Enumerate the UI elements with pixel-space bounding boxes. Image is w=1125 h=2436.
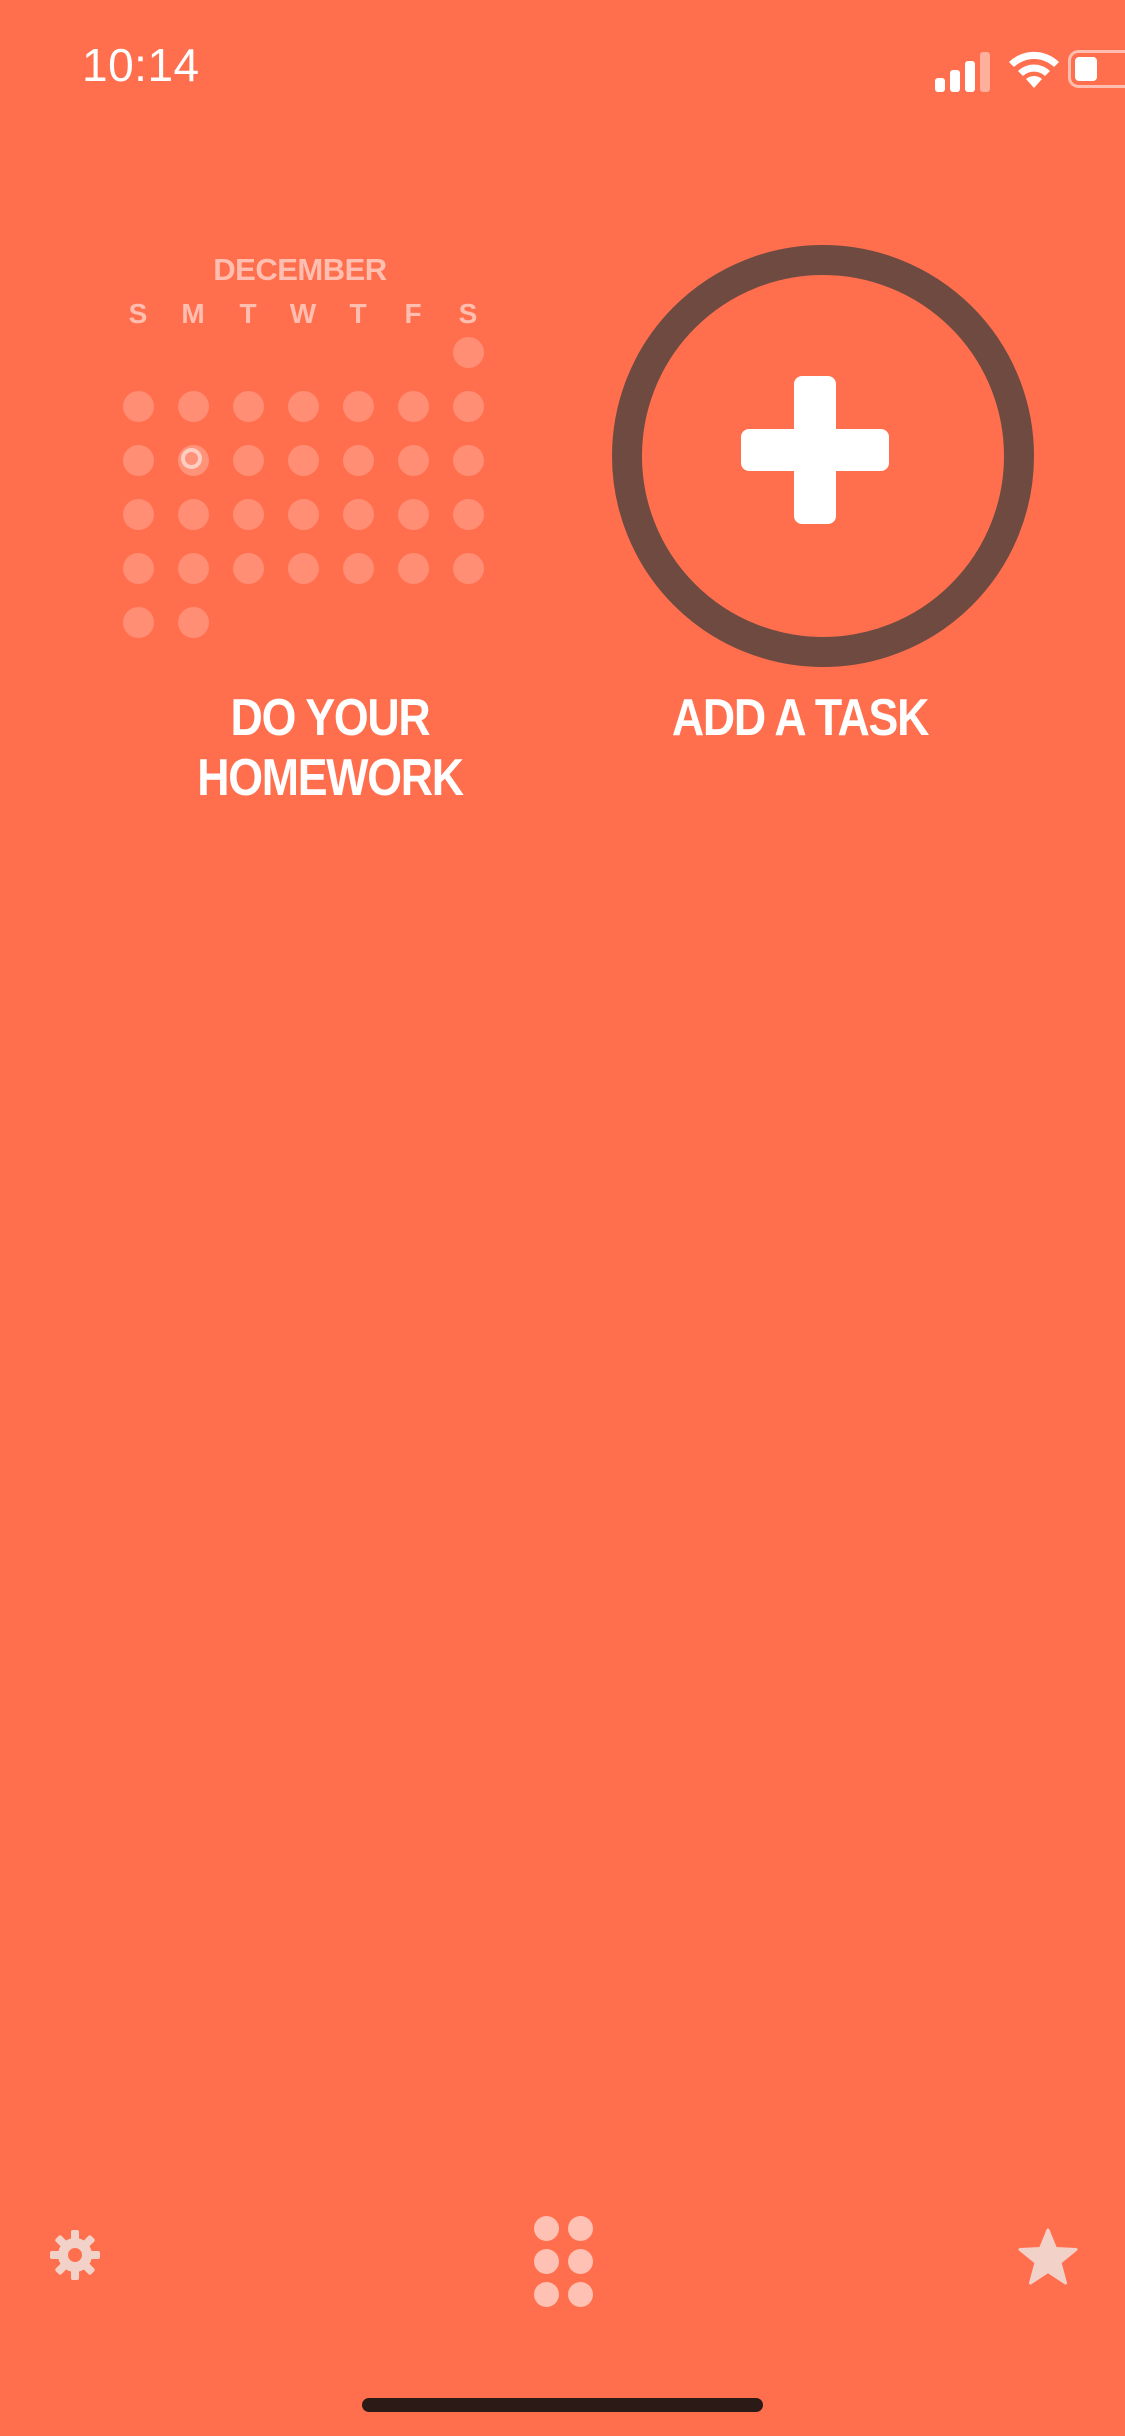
calendar-day <box>398 553 429 584</box>
add-task-label: ADD A TASK <box>671 689 930 747</box>
calendar-day <box>233 391 264 422</box>
calendar-day <box>178 391 209 422</box>
bottom-bar <box>0 2190 1125 2330</box>
plus-icon <box>741 376 889 524</box>
add-task-tile[interactable]: ADD A TASK <box>600 240 1040 760</box>
calendar-day <box>453 337 484 368</box>
calendar-day <box>178 553 209 584</box>
calendar-day <box>288 445 319 476</box>
calendar-day <box>178 499 209 530</box>
calendar-day <box>453 445 484 476</box>
calendar-day <box>398 499 429 530</box>
homework-tile[interactable]: DECEMBER S M T W T F S DO YOUR HOMEWORK <box>80 240 520 807</box>
calendar-day <box>233 445 264 476</box>
star-icon[interactable] <box>1018 2228 1078 2286</box>
signal-icon <box>935 52 990 92</box>
calendar-day <box>343 553 374 584</box>
calendar-day <box>288 553 319 584</box>
wifi-icon <box>1009 51 1059 88</box>
grid-icon[interactable] <box>532 2214 594 2307</box>
calendar-day <box>123 607 154 638</box>
calendar-day <box>123 499 154 530</box>
calendar-weekday: M <box>181 298 205 329</box>
battery-icon <box>1068 50 1125 88</box>
status-bar: 10:14 <box>0 0 1125 140</box>
calendar-day <box>178 607 209 638</box>
calendar-day <box>288 499 319 530</box>
calendar-day <box>453 499 484 530</box>
calendar-day <box>343 445 374 476</box>
calendar-day <box>343 391 374 422</box>
homework-label: DO YOUR HOMEWORK <box>197 689 464 807</box>
calendar-day <box>288 391 319 422</box>
calendar-weekday: W <box>289 298 317 329</box>
calendar-day <box>398 445 429 476</box>
calendar-weekday: F <box>404 298 422 329</box>
calendar-day <box>343 499 374 530</box>
calendar-day <box>123 445 154 476</box>
calendar-day <box>123 391 154 422</box>
calendar-weekday: S <box>128 298 148 329</box>
calendar-day <box>233 499 264 530</box>
calendar-day <box>123 553 154 584</box>
calendar-day-today <box>178 445 209 476</box>
calendar-day <box>453 553 484 584</box>
calendar-day <box>453 391 484 422</box>
calendar-month: DECEMBER <box>213 252 387 287</box>
calendar-weekday: T <box>349 298 367 329</box>
calendar-weekday: S <box>458 298 478 329</box>
calendar-day <box>398 391 429 422</box>
home-indicator[interactable] <box>362 2398 763 2412</box>
status-time: 10:14 <box>82 39 200 91</box>
gear-icon[interactable] <box>48 2228 102 2282</box>
calendar-day <box>233 553 264 584</box>
calendar-weekday: T <box>239 298 257 329</box>
